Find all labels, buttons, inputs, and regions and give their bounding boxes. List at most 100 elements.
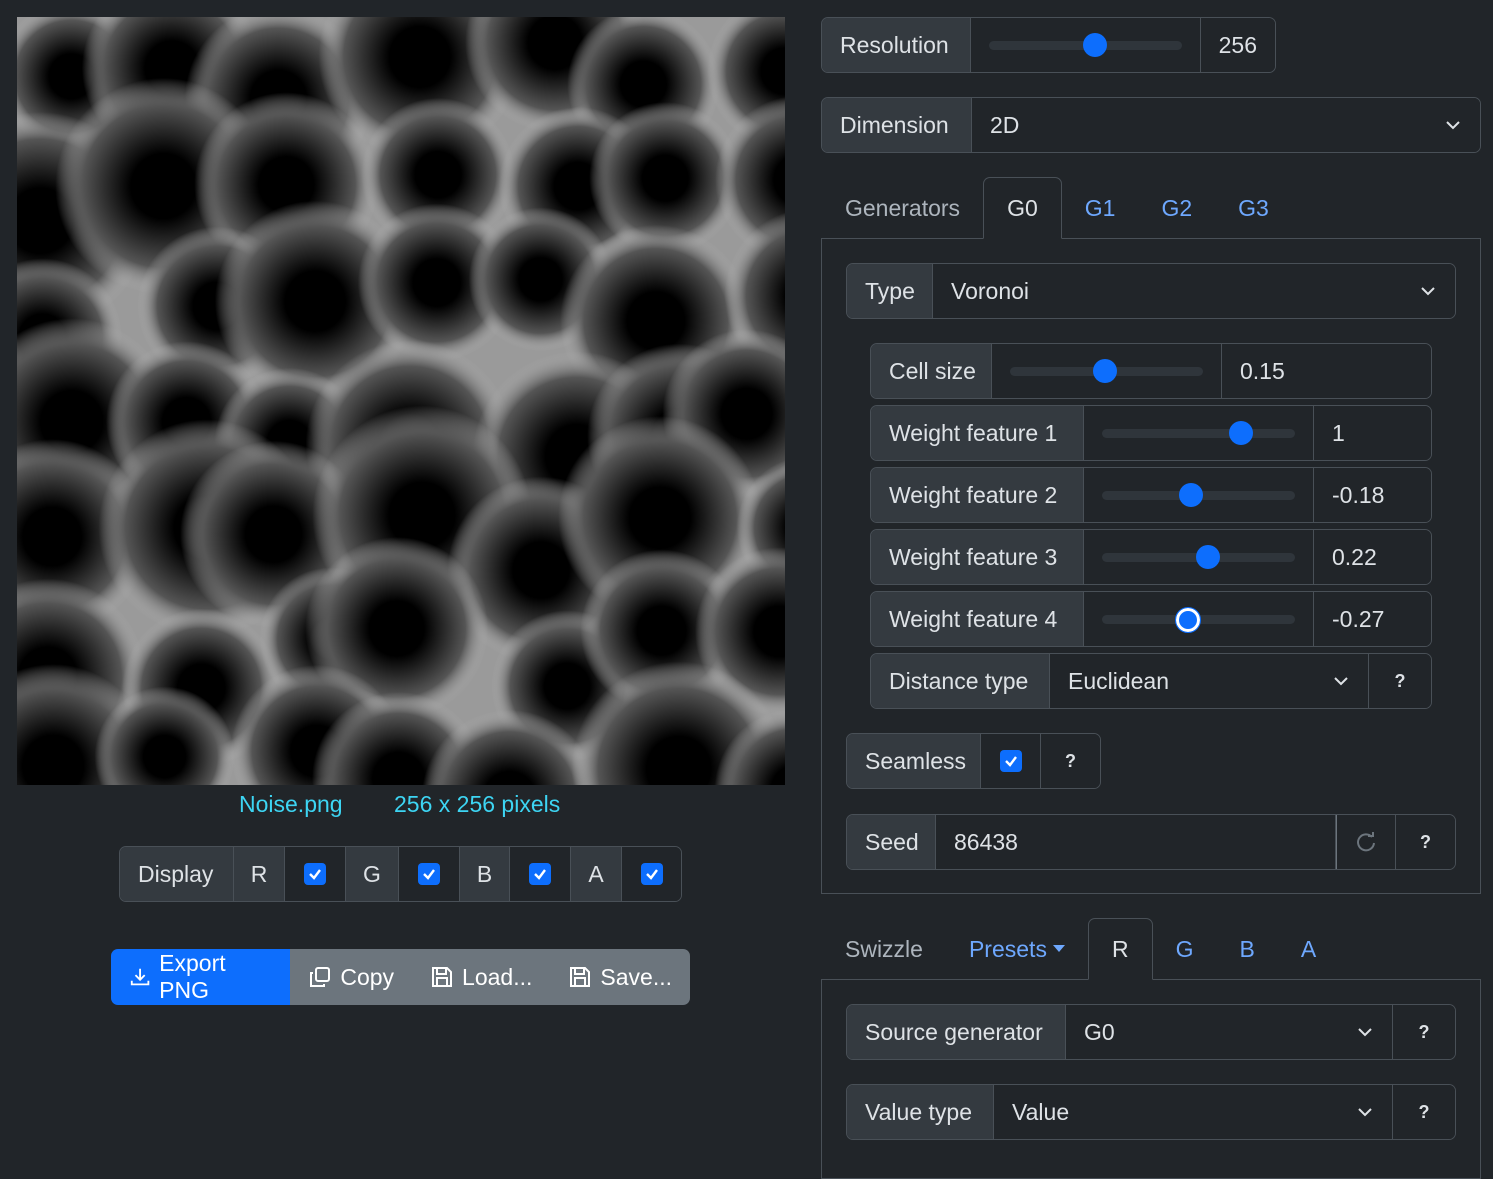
weight-feature-2-value[interactable]: -0.18 [1314,468,1431,522]
slider-thumb[interactable] [1092,359,1117,383]
export-png-button[interactable]: Export PNG [111,949,291,1005]
slider-thumb[interactable] [1178,483,1203,507]
generator-tabs: Generators G0 G1 G2 G3 [822,177,1292,239]
weight-feature-1-label: Weight feature 1 [871,406,1084,460]
presets-dropdown[interactable]: Presets [946,918,1088,980]
copy-label: Copy [340,963,395,990]
generators-heading: Generators [845,194,961,221]
display-channels: Display R G B A [119,846,682,902]
resolution-control: Resolution 256 [821,17,1276,73]
dimension-value: 2D [990,111,1020,138]
floppy-icon [432,967,453,987]
type-control: Type Voronoi [846,263,1456,319]
weight-feature-1-control: Weight feature 1 1 [870,405,1432,461]
weight-feature-2-slider[interactable] [1084,468,1314,522]
tab-swizzle-a[interactable]: A [1278,918,1339,980]
cell-size-slider[interactable] [992,344,1222,398]
channel-a-label: A [571,847,622,901]
tab-swizzle-b[interactable]: B [1216,918,1277,980]
channel-b-checkbox[interactable] [510,847,571,901]
source-generator-control: Source generator G0 ? [846,1004,1456,1060]
randomize-seed-button[interactable] [1336,815,1396,869]
dimension-control: Dimension 2D [821,97,1481,153]
noise-image [17,17,785,785]
load-label: Load... [462,963,533,990]
channel-g-checkbox[interactable] [399,847,460,901]
check-icon [418,863,440,885]
tab-g3[interactable]: G3 [1215,177,1292,239]
preview-filename: Noise.png [239,791,343,817]
weight-feature-4-control: Weight feature 4 -0.27 [870,591,1432,647]
weight-feature-3-value[interactable]: 0.22 [1314,530,1431,584]
refresh-icon [1357,832,1375,852]
weight-feature-4-slider[interactable] [1084,592,1314,646]
tab-g0[interactable]: G0 [983,177,1062,239]
slider-thumb[interactable] [1174,607,1201,633]
tab-g2[interactable]: G2 [1138,177,1215,239]
channel-a-checkbox[interactable] [622,847,681,901]
cell-size-value[interactable]: 0.15 [1222,344,1431,398]
dimension-select[interactable]: 2D [972,98,1480,152]
type-value: Voronoi [951,277,1030,304]
tab-swizzle-g[interactable]: G [1153,918,1217,980]
weight-feature-1-value[interactable]: 1 [1314,406,1431,460]
source-generator-help-button[interactable]: ? [1393,1005,1455,1059]
dimension-label: Dimension [822,98,972,152]
copy-button[interactable]: Copy [290,949,412,1005]
weight-feature-4-value[interactable]: -0.27 [1314,592,1431,646]
floppy-icon [570,967,591,987]
distance-type-control: Distance type Euclidean ? [870,653,1432,709]
channel-g-label: G [346,847,399,901]
weight-feature-3-slider[interactable] [1084,530,1314,584]
check-icon [529,863,551,885]
save-button[interactable]: Save... [550,949,690,1005]
resolution-label: Resolution [822,18,971,72]
resolution-value[interactable]: 256 [1200,18,1275,72]
seamless-help-button[interactable]: ? [1041,734,1100,788]
chevron-down-icon [1358,1028,1372,1037]
swizzle-tabs: Swizzle Presets R G B A [822,918,1339,980]
chevron-down-icon [1334,677,1348,686]
source-generator-label: Source generator [847,1005,1066,1059]
seamless-label: Seamless [847,734,981,788]
slider-thumb[interactable] [1082,33,1107,57]
save-label: Save... [600,963,672,990]
value-type-select[interactable]: Value [994,1085,1393,1139]
source-generator-select[interactable]: G0 [1066,1005,1393,1059]
channel-r-label: R [234,847,285,901]
check-icon [640,863,663,885]
seamless-checkbox[interactable] [981,734,1041,788]
tab-g1[interactable]: G1 [1062,177,1139,239]
value-type-label: Value type [847,1085,994,1139]
check-icon [999,750,1022,772]
chevron-down-icon [1421,287,1435,296]
tab-swizzle-r[interactable]: R [1087,918,1153,980]
seed-label: Seed [847,815,936,869]
slider-thumb[interactable] [1228,421,1253,445]
value-type-help-button[interactable]: ? [1393,1085,1455,1139]
weight-feature-3-label: Weight feature 3 [871,530,1084,584]
chevron-down-icon [1446,121,1460,130]
presets-label: Presets [968,935,1047,962]
load-button[interactable]: Load... [412,949,550,1005]
seamless-control: Seamless ? [846,733,1101,789]
weight-feature-1-slider[interactable] [1084,406,1314,460]
distance-type-help-button[interactable]: ? [1369,654,1431,708]
display-label: Display [120,847,234,901]
value-type-value: Value [1012,1098,1070,1125]
weight-feature-2-control: Weight feature 2 -0.18 [870,467,1432,523]
seed-input[interactable]: 86438 [936,815,1336,869]
download-icon [130,968,150,986]
noise-preview [17,17,785,785]
swizzle-heading: Swizzle [845,935,923,962]
type-select[interactable]: Voronoi [933,264,1455,318]
channel-r-checkbox[interactable] [285,847,346,901]
weight-feature-2-label: Weight feature 2 [871,468,1084,522]
cell-size-label: Cell size [871,344,992,398]
action-toolbar: Export PNG Copy Load... Save... [111,949,690,1005]
resolution-slider[interactable] [970,18,1201,72]
distance-type-select[interactable]: Euclidean [1050,654,1369,708]
slider-thumb[interactable] [1196,545,1221,569]
seed-help-button[interactable]: ? [1396,815,1455,869]
chevron-down-icon [1358,1108,1372,1117]
